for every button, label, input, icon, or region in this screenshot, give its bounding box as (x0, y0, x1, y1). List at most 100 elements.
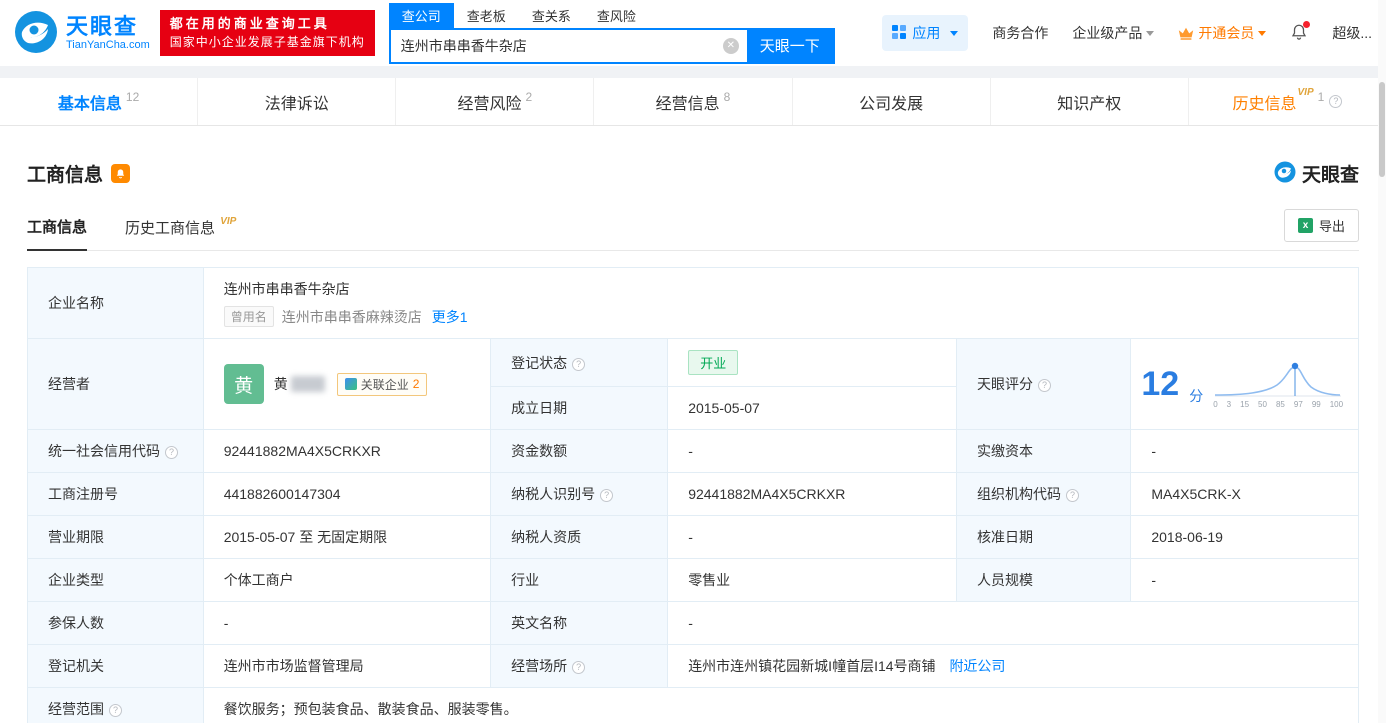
logo-title: 天眼查 (66, 13, 139, 39)
promo-line2: 国家中小企业发展子基金旗下机构 (169, 34, 365, 49)
premises-label: 经营场所? (490, 644, 669, 688)
company-name-label: 企业名称 (27, 267, 204, 339)
operator-cell: 黄 黄 关联企业 2 (202, 338, 492, 430)
logo-domain: TianYanCha.com (66, 39, 150, 52)
tab-intellectual-property[interactable]: 知识产权 (991, 78, 1189, 125)
tab-label: 知识产权 (1057, 95, 1122, 113)
related-companies-badge[interactable]: 关联企业 2 (336, 372, 428, 396)
nav-cooperation[interactable]: 商务合作 (992, 23, 1048, 43)
tab-basic-info[interactable]: 基本信息 12 (0, 78, 199, 125)
nav-open-vip[interactable]: 开通会员 (1178, 23, 1267, 43)
score-unit: 分 (1189, 388, 1204, 404)
help-icon[interactable]: ? (572, 357, 586, 371)
help-icon[interactable]: ? (1038, 379, 1051, 392)
help-icon[interactable]: ? (600, 489, 614, 502)
approved-date-value: 2018-06-19 (1130, 515, 1359, 559)
reg-status-cell: 开业 (667, 338, 957, 387)
business-info-table: 企业名称 连州市串串香牛杂店 曾用名 连州市串串香麻辣烫店 更多1 经营者 黄 (27, 267, 1360, 723)
tianyancha-logo[interactable]: 天眼查 TianYanCha.com (14, 10, 150, 57)
section-header: 工商信息 天眼查 (27, 160, 1359, 187)
subtab-label: 历史工商信息 (125, 220, 216, 237)
header-divider (0, 66, 1386, 78)
tab-label: 法律诉讼 (264, 95, 329, 113)
english-name-value: - (667, 601, 1359, 645)
company-type-label: 企业类型 (27, 558, 204, 602)
establish-date-value: 2015-05-07 (667, 386, 957, 430)
export-button[interactable]: x 导出 (1283, 209, 1359, 242)
search-tab-risk[interactable]: 查风险 (584, 3, 649, 28)
table-row: 企业名称 连州市串串香牛杂店 曾用名 连州市串串香麻辣烫店 更多1 (27, 267, 1360, 339)
former-name-tag: 曾用名 (223, 306, 274, 327)
tianyancha-logo-icon (14, 10, 58, 57)
chevron-down-icon (950, 30, 959, 36)
help-icon[interactable]: ? (109, 704, 122, 717)
company-type-value: 个体工商户 (202, 558, 492, 602)
tab-history-info[interactable]: 历史信息 VIP 1 ? (1189, 78, 1386, 125)
org-code-value: MA4X5CRK-X (1130, 472, 1359, 516)
tab-label: 历史信息 (1232, 95, 1297, 113)
establish-date-label: 成立日期 (490, 386, 669, 430)
former-name: 连州市串串香麻辣烫店 (281, 308, 422, 325)
search-area: 查公司 查老板 查关系 查风险 ✕ 天眼一下 (388, 2, 835, 64)
apps-label: 应用 (912, 25, 941, 41)
tab-company-development[interactable]: 公司发展 (793, 78, 991, 125)
chevron-down-icon (1146, 30, 1155, 36)
tab-count: 2 (525, 89, 533, 104)
table-row: 参保人数 - 英文名称 - (27, 601, 1359, 645)
insured-count-value: - (202, 601, 492, 645)
tab-operation-risk[interactable]: 经营风险 2 (396, 78, 595, 125)
help-icon[interactable]: ? (165, 446, 178, 459)
tab-operation-info[interactable]: 经营信息 8 (594, 78, 793, 125)
score-cell[interactable]: 12 分 0 3 15 50 85 97 99 100 (1130, 338, 1359, 430)
notification-bell[interactable] (1290, 20, 1311, 44)
help-icon[interactable]: ? (572, 661, 586, 674)
nav-super[interactable]: 超级... (1332, 23, 1372, 43)
help-icon[interactable]: ? (1329, 95, 1343, 108)
table-row: 经营范围? 餐饮服务；预包装食品、散装食品、服装零售。 (27, 687, 1360, 723)
company-name-cell: 连州市串串香牛杂店 曾用名 连州市串串香麻辣烫店 更多1 (202, 267, 1360, 339)
help-icon[interactable]: ? (1066, 489, 1079, 502)
table-row: 工商注册号 441882600147304 纳税人识别号? 92441882MA… (27, 472, 1359, 516)
subtab-business-info[interactable]: 工商信息 (27, 216, 88, 251)
scrollbar-thumb[interactable] (1379, 82, 1385, 177)
taxpayer-quality-label: 纳税人资质 (490, 515, 669, 559)
more-link[interactable]: 更多1 (432, 307, 468, 327)
section-brand: 天眼查 (1274, 160, 1359, 187)
related-companies-label: 关联企业 (360, 377, 409, 392)
reg-number-label: 工商注册号 (27, 472, 204, 516)
nearby-companies-link[interactable]: 附近公司 (949, 658, 1005, 674)
business-term-value: 2015-05-07 至 无固定期限 (202, 515, 492, 559)
nav-enterprise[interactable]: 企业级产品 (1072, 23, 1155, 43)
subtab-history-business-info[interactable]: 历史工商信息 VIP (125, 216, 237, 250)
score-axis: 0 3 15 50 85 97 99 100 (1213, 400, 1344, 409)
approved-date-label: 核准日期 (955, 515, 1132, 559)
search-button[interactable]: 天眼一下 (746, 29, 833, 62)
table-row: 企业类型 个体工商户 行业 零售业 人员规模 - (27, 558, 1359, 602)
brand-text: 天眼查 (1301, 165, 1359, 186)
scrollbar[interactable] (1378, 0, 1386, 723)
tab-count: 1 (1317, 89, 1325, 104)
vip-badge: VIP (220, 216, 237, 227)
taxpayer-quality-value: - (667, 515, 957, 559)
crown-icon (1178, 26, 1194, 40)
tab-count: 12 (125, 89, 140, 104)
search-tab-boss[interactable]: 查老板 (454, 3, 519, 28)
promo-line1: 都在用的商业查询工具 (169, 15, 330, 31)
clear-icon[interactable]: ✕ (722, 37, 739, 54)
tab-legal-litigation[interactable]: 法律诉讼 (198, 78, 397, 125)
former-name-line: 曾用名 连州市串串香麻辣烫店 更多1 (223, 306, 1338, 327)
related-companies-icon (344, 378, 357, 390)
premises-value: 连州市连州镇花园新城I幢首层I14号商铺 (688, 658, 936, 674)
monitor-bell-icon[interactable] (111, 164, 131, 183)
reg-authority-label: 登记机关 (27, 644, 204, 688)
search-tab-relation[interactable]: 查关系 (519, 3, 584, 28)
operator-avatar[interactable]: 黄 (223, 364, 264, 404)
search-input[interactable] (390, 29, 723, 62)
apps-menu[interactable]: 应用 (882, 15, 969, 51)
insured-count-label: 参保人数 (27, 601, 204, 645)
table-row: 登记机关 连州市市场监督管理局 经营场所? 连州市连州镇花园新城I幢首层I14号… (27, 644, 1359, 688)
search-tab-company[interactable]: 查公司 (388, 2, 454, 28)
business-scope-value: 餐饮服务；预包装食品、散装食品、服装零售。 (202, 687, 1360, 723)
operator-name[interactable]: 黄 (274, 374, 288, 394)
blurred-name (290, 376, 325, 392)
